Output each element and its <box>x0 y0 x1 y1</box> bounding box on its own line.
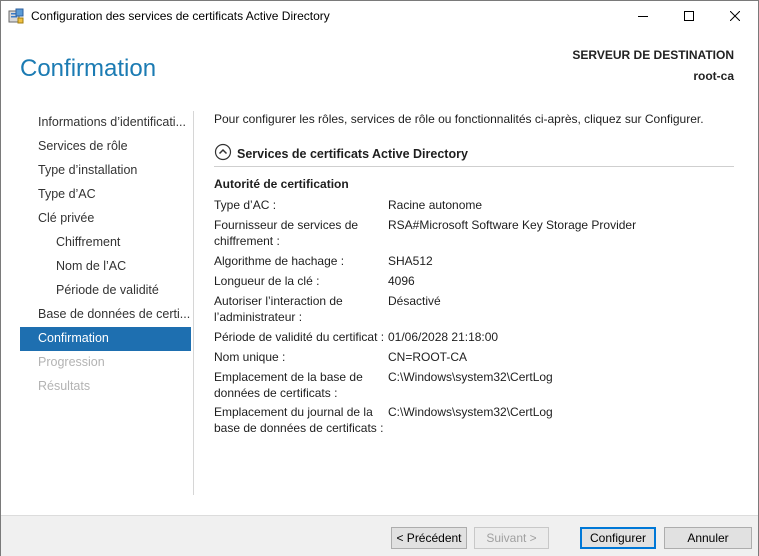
property-key: Autoriser l’interaction de l’administrat… <box>214 294 343 324</box>
nav-item-certificate-database[interactable]: Base de données de certi... <box>20 303 191 327</box>
close-icon <box>730 11 740 21</box>
property-value: Racine autonome <box>388 198 483 212</box>
nav-item-results: Résultats <box>38 379 91 393</box>
wizard-footer: < Précédent Suivant > Configurer Annuler <box>1 515 758 556</box>
property-value: CN=ROOT-CA <box>388 350 468 364</box>
nav-item-credentials[interactable]: Informations d’identificati... <box>20 111 191 135</box>
nav-item-cryptography[interactable]: Chiffrement <box>20 231 191 255</box>
property-value: 01/06/2028 21:18:00 <box>388 330 499 344</box>
title-bar: Configuration des services de certificat… <box>1 1 758 31</box>
property-value: RSA#Microsoft Software Key Storage Provi… <box>388 218 637 232</box>
nav-item-setup-type[interactable]: Type d’installation <box>20 159 191 183</box>
close-button[interactable] <box>712 1 758 31</box>
property-key: Période de validité du certificat : <box>214 330 385 344</box>
property-key: Nom unique : <box>214 350 286 364</box>
next-button: Suivant > <box>474 527 549 549</box>
nav-item-ca-name[interactable]: Nom de l’AC <box>20 255 191 279</box>
property-key: Emplacement de la base de données de cer… <box>214 370 363 400</box>
page-title: Confirmation <box>20 55 157 82</box>
window-title: Configuration des services de certificat… <box>31 9 330 23</box>
wizard-window: Configuration des services de certificat… <box>0 0 759 556</box>
property-key: Longueur de la clé : <box>214 274 320 288</box>
group-title: Autorité de certification <box>214 177 349 191</box>
property-key: Emplacement du journal de la base de don… <box>214 405 384 435</box>
property-value: Désactivé <box>388 294 441 308</box>
destination-server-name: root-ca <box>693 69 734 83</box>
property-value: C:\Windows\system32\CertLog <box>388 370 553 384</box>
minimize-icon <box>638 16 648 17</box>
chevron-up-circle-icon[interactable] <box>214 143 232 164</box>
maximize-button[interactable] <box>666 1 712 31</box>
property-key: Type d’AC : <box>214 198 277 212</box>
destination-server-label: SERVEUR DE DESTINATION <box>572 48 734 62</box>
property-value: 4096 <box>388 274 415 288</box>
nav-item-confirmation[interactable]: Confirmation <box>20 327 191 351</box>
nav-item-progress: Progression <box>38 355 105 369</box>
nav-item-ca-type[interactable]: Type d’AC <box>20 183 191 207</box>
nav-item-role-services[interactable]: Services de rôle <box>20 135 191 159</box>
intro-text: Pour configurer les rôles, services de r… <box>214 112 704 126</box>
property-value: C:\Windows\system32\CertLog <box>388 405 553 419</box>
nav-divider <box>193 111 194 495</box>
cancel-button[interactable]: Annuler <box>664 527 752 549</box>
wizard-steps-nav: Informations d’identificati... Services … <box>20 111 191 399</box>
nav-item-validity-period[interactable]: Période de validité <box>20 279 191 303</box>
configure-button[interactable]: Configurer <box>580 527 656 549</box>
property-key: Fournisseur de services de chiffrement : <box>214 218 359 248</box>
maximize-icon <box>684 11 694 21</box>
section-header[interactable]: Services de certificats Active Directory <box>214 143 468 164</box>
section-divider <box>214 166 734 167</box>
property-value: SHA512 <box>388 254 433 268</box>
nav-item-private-key[interactable]: Clé privée <box>20 207 191 231</box>
section-title: Services de certificats Active Directory <box>237 146 468 161</box>
property-key: Algorithme de hachage : <box>214 254 345 268</box>
previous-button[interactable]: < Précédent <box>391 527 467 549</box>
minimize-button[interactable] <box>620 1 666 31</box>
server-manager-icon <box>8 8 24 24</box>
